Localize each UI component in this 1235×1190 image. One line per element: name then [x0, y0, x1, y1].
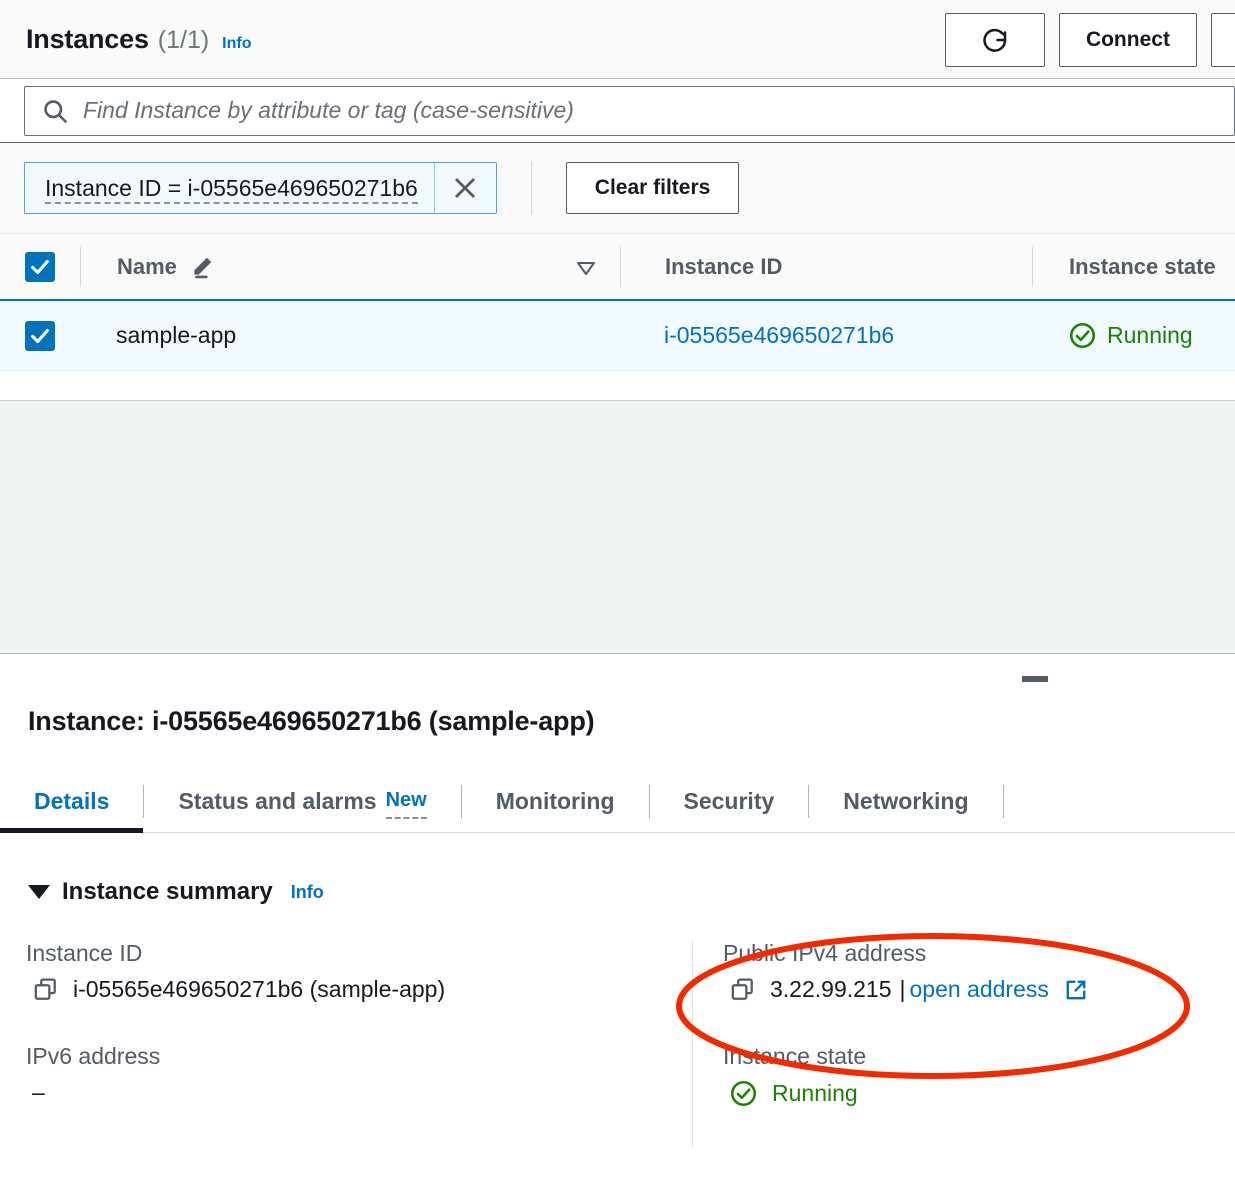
- field-public-ipv4-address: Public IPv4 address 3.22.99.215 | open a…: [723, 940, 1235, 1003]
- row-instance-id-link[interactable]: i-05565e469650271b6: [664, 322, 894, 349]
- instance-summary-header: Instance summary Info: [0, 833, 1235, 906]
- caret-down-icon[interactable]: [28, 885, 50, 899]
- field-public-ipv4-value-row: 3.22.99.215 | open address: [723, 976, 1235, 1003]
- row-name-text: sample-app: [116, 322, 237, 348]
- open-address-link[interactable]: open address: [910, 976, 1049, 1003]
- column-header-instance-state[interactable]: Instance state: [1032, 246, 1235, 287]
- ec2-instances-screen: Instances (1/1) Info Connect Instance st…: [0, 0, 1235, 1190]
- field-instance-state-label: Instance state: [723, 1043, 867, 1069]
- close-icon: [455, 178, 475, 198]
- column-header-name-label: Name: [117, 253, 177, 279]
- status-badge: Running: [1068, 321, 1193, 350]
- detail-panel-title: Instance: i-05565e469650271b6 (sample-ap…: [28, 706, 595, 736]
- filter-divider: [530, 162, 532, 214]
- search-placeholder: Find Instance by attribute or tag (case-…: [83, 97, 574, 123]
- instances-table: Name Instance ID Instance state sample-a…: [0, 233, 1235, 371]
- tab-networking[interactable]: Networking: [809, 771, 1002, 832]
- field-instance-state-value-row: Running: [723, 1079, 1235, 1108]
- instance-detail-panel: Instance: i-05565e469650271b6 (sample-ap…: [0, 688, 1235, 1190]
- field-instance-id-value-row: i-05565e469650271b6 (sample-app): [26, 976, 692, 1003]
- filter-token-label-wrap: Instance ID = i-05565e469650271b6: [25, 163, 434, 213]
- instance-count: (1/1): [157, 25, 210, 54]
- filter-token-dismiss[interactable]: [433, 163, 496, 213]
- refresh-icon: [983, 28, 1007, 52]
- tab-status-and-alarms[interactable]: Status and alarms New: [144, 771, 460, 832]
- column-header-instance-state-label: Instance state: [1069, 253, 1216, 279]
- tab-details[interactable]: Details: [0, 771, 144, 833]
- copy-icon[interactable]: [32, 976, 59, 1003]
- search-icon: [44, 99, 67, 123]
- header-actions: Connect Instance state: [944, 13, 1235, 67]
- field-public-ipv4-separator: |: [899, 976, 906, 1002]
- status-ok-icon: [730, 1080, 757, 1107]
- row-select-cell: [0, 320, 80, 351]
- panel-header: Instances (1/1) Info Connect Instance st…: [0, 0, 1235, 79]
- sort-descending-icon[interactable]: [574, 255, 598, 279]
- column-header-instance-id[interactable]: Instance ID: [620, 246, 1032, 287]
- tab-security[interactable]: Security: [650, 771, 809, 832]
- field-ipv6-address-value: –: [32, 1079, 45, 1105]
- external-link-icon[interactable]: [1063, 977, 1089, 1003]
- refresh-button[interactable]: [944, 13, 1045, 67]
- field-instance-state-value: Running: [772, 1080, 858, 1106]
- pencil-icon[interactable]: [189, 254, 215, 280]
- filter-token[interactable]: Instance ID = i-05565e469650271b6: [24, 162, 497, 214]
- tab-details-label: Details: [34, 788, 110, 814]
- filter-token-label: Instance ID = i-05565e469650271b6: [45, 174, 418, 201]
- instance-summary-title: Instance summary: [62, 878, 273, 905]
- search-area: Find Instance by attribute or tag (case-…: [0, 79, 1235, 143]
- column-header-name[interactable]: Name: [80, 246, 620, 287]
- tab-security-label: Security: [683, 788, 775, 814]
- table-empty-area: [0, 400, 1235, 653]
- field-public-ipv4-value: 3.22.99.215: [770, 976, 892, 1002]
- row-checkbox[interactable]: [25, 320, 55, 351]
- clear-filters-button[interactable]: Clear filters: [565, 162, 740, 214]
- tab-status-and-alarms-label: Status and alarms: [178, 788, 377, 814]
- summary-column-right: Public IPv4 address 3.22.99.215 | open a…: [692, 940, 1235, 1148]
- field-ipv6-address: IPv6 address –: [26, 1043, 692, 1106]
- copy-icon[interactable]: [729, 976, 756, 1003]
- instances-table-panel: Instances (1/1) Info Connect Instance st…: [0, 0, 1235, 656]
- field-instance-id-value: i-05565e469650271b6 (sample-app): [73, 976, 446, 1002]
- instance-summary-grid: Instance ID i-05565e469650271b6 (sample-…: [0, 940, 1235, 1148]
- checkmark-icon: [31, 328, 49, 343]
- row-name-cell: sample-app: [80, 316, 620, 356]
- page-title: Instances (1/1) Info: [0, 24, 252, 55]
- field-public-ipv4-label: Public IPv4 address: [723, 940, 927, 966]
- field-ipv6-address-label: IPv6 address: [26, 1043, 161, 1069]
- filter-row: Instance ID = i-05565e469650271b6 Clear …: [0, 143, 1235, 233]
- tab-networking-label: Networking: [843, 788, 969, 814]
- detail-tabs: Details Status and alarms New Monitoring…: [0, 771, 1235, 833]
- search-input[interactable]: Find Instance by attribute or tag (case-…: [24, 85, 1235, 136]
- instance-state-button[interactable]: Instance state: [1210, 13, 1235, 67]
- connect-button[interactable]: Connect: [1058, 13, 1197, 67]
- select-all-checkbox[interactable]: [25, 251, 55, 282]
- instance-summary-info-link[interactable]: Info: [291, 882, 324, 903]
- status-ok-icon: [1069, 322, 1096, 349]
- tab-monitoring[interactable]: Monitoring: [462, 771, 649, 832]
- tab-monitoring-label: Monitoring: [495, 788, 615, 814]
- summary-column-left: Instance ID i-05565e469650271b6 (sample-…: [26, 940, 692, 1148]
- row-instance-state-text: Running: [1107, 322, 1193, 348]
- field-instance-state: Instance state Running: [723, 1043, 1235, 1108]
- table-row[interactable]: sample-app i-05565e469650271b6 Running: [0, 301, 1235, 371]
- checkmark-icon: [31, 259, 49, 274]
- column-header-instance-id-label: Instance ID: [665, 253, 783, 279]
- field-instance-id-label: Instance ID: [26, 940, 143, 966]
- row-instance-state-cell: Running: [1032, 316, 1235, 356]
- field-instance-id: Instance ID i-05565e469650271b6 (sample-…: [26, 940, 692, 1003]
- select-all-cell: [0, 251, 80, 282]
- filter-token-underline: [45, 202, 418, 204]
- row-instance-id-cell: i-05565e469650271b6: [620, 316, 1032, 356]
- table-header-row: Name Instance ID Instance state: [0, 233, 1235, 301]
- header-info-link[interactable]: Info: [222, 35, 251, 53]
- tab-divider: [1002, 785, 1004, 818]
- tab-new-badge: New: [385, 789, 427, 819]
- page-title-text: Instances: [26, 23, 149, 54]
